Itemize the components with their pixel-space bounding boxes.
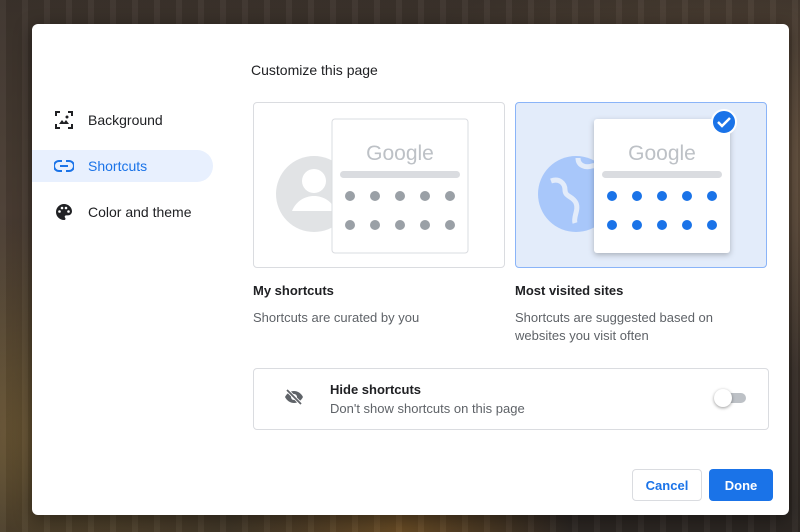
- new-tab-card: [594, 119, 730, 253]
- google-logo: Google: [628, 142, 696, 165]
- sidebar-item-label: Background: [88, 112, 163, 128]
- hide-shortcuts-toggle[interactable]: [714, 389, 746, 407]
- sidebar: Background Shortcuts Color and theme: [32, 104, 213, 242]
- hide-shortcuts-row[interactable]: Hide shortcuts Don't show shortcuts on t…: [253, 368, 769, 430]
- toggle-knob: [714, 389, 732, 407]
- search-bar: [340, 171, 460, 178]
- customize-dialog: Background Shortcuts Color and theme Cus…: [32, 24, 789, 515]
- sidebar-item-label: Shortcuts: [88, 158, 148, 174]
- check-icon: [711, 109, 737, 135]
- sidebar-item-background[interactable]: Background: [32, 104, 213, 136]
- my-shortcuts-preview: Google: [276, 118, 469, 254]
- my-shortcuts-option[interactable]: Google: [253, 102, 505, 268]
- sidebar-item-color-theme[interactable]: Color and theme: [32, 196, 213, 228]
- google-logo: Google: [366, 142, 434, 165]
- my-shortcuts-title: My shortcuts: [253, 283, 334, 298]
- palette-icon: [54, 202, 74, 222]
- sidebar-item-shortcuts[interactable]: Shortcuts: [32, 150, 213, 182]
- search-bar: [602, 171, 722, 178]
- hide-shortcuts-description: Don't show shortcuts on this page: [330, 401, 525, 416]
- new-tab-card: [331, 118, 469, 254]
- most-visited-preview: Google: [538, 109, 737, 253]
- hide-shortcuts-title: Hide shortcuts: [330, 382, 422, 397]
- most-visited-description: Shortcuts are suggested based on website…: [515, 310, 714, 343]
- my-shortcuts-description: Shortcuts are curated by you: [253, 310, 420, 325]
- sidebar-item-label: Color and theme: [88, 204, 192, 220]
- cancel-button[interactable]: Cancel: [632, 469, 702, 501]
- done-button[interactable]: Done: [709, 469, 773, 501]
- most-visited-title: Most visited sites: [515, 283, 624, 298]
- link-icon: [54, 156, 74, 176]
- most-visited-option[interactable]: Google: [515, 102, 767, 268]
- eye-off-icon: [284, 388, 304, 410]
- image-icon: [54, 110, 74, 130]
- dialog-title: Customize this page: [251, 62, 378, 78]
